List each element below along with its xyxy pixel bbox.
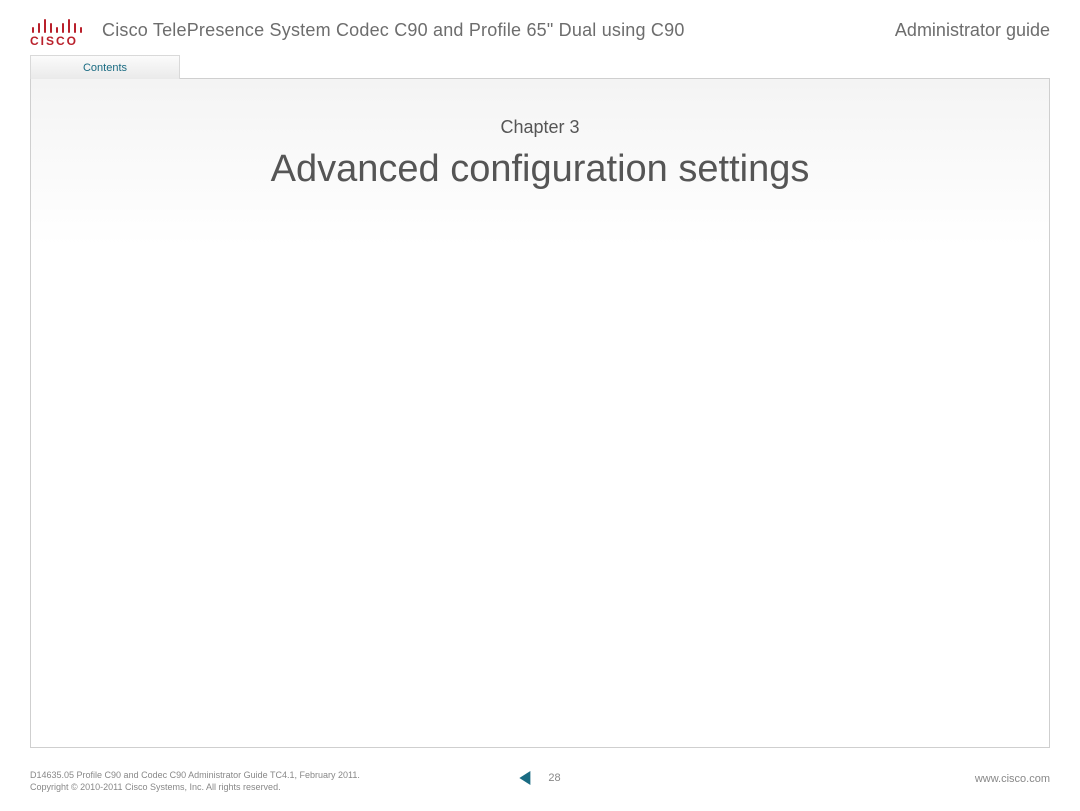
chapter-label: Chapter 3 xyxy=(31,79,1049,138)
tab-contents[interactable]: Contents xyxy=(30,55,180,79)
page-header: CISCO Cisco TelePresence System Codec C9… xyxy=(30,10,1050,50)
chapter-title: Advanced configuration settings xyxy=(31,138,1049,191)
cisco-logo-bars-icon xyxy=(30,17,90,33)
document-title: Cisco TelePresence System Codec C90 and … xyxy=(102,20,685,41)
content-frame: Chapter 3 Advanced configuration setting… xyxy=(30,78,1050,748)
footer-url[interactable]: www.cisco.com xyxy=(975,773,1050,785)
cisco-logo-text: CISCO xyxy=(30,35,90,47)
page-number: 28 xyxy=(548,772,560,784)
cisco-logo: CISCO xyxy=(30,13,90,47)
page-footer: D14635.05 Profile C90 and Codec C90 Admi… xyxy=(30,769,1050,799)
document-guide-label: Administrator guide xyxy=(895,20,1050,41)
document-page: CISCO Cisco TelePresence System Codec C9… xyxy=(0,0,1080,811)
footer-pagination: 28 xyxy=(519,771,560,785)
prev-page-icon[interactable] xyxy=(519,771,530,785)
tab-bar: Contents xyxy=(30,54,1050,78)
